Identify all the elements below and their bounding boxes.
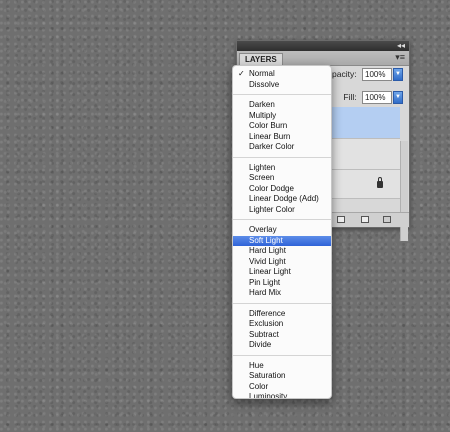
menu-item-overlay[interactable]: Overlay	[233, 225, 331, 236]
new-group-icon[interactable]	[337, 216, 345, 223]
menu-item-dissolve[interactable]: Dissolve	[233, 80, 331, 91]
menu-separator	[233, 156, 331, 158]
menu-item-exclusion[interactable]: Exclusion	[233, 319, 331, 330]
menu-item-saturation[interactable]: Saturation	[233, 371, 331, 382]
menu-item-difference[interactable]: Difference	[233, 309, 331, 320]
menu-separator	[233, 94, 331, 95]
trash-icon[interactable]	[383, 216, 391, 223]
menu-item-color[interactable]: Color	[233, 382, 331, 393]
menu-item-linear-light[interactable]: Linear Light	[233, 267, 331, 278]
menu-item-label: Hard Mix	[249, 288, 282, 297]
panel-menu-icon[interactable]: ▾≡	[395, 52, 405, 63]
menu-separator	[233, 302, 331, 304]
menu-item-linear-dodge-add[interactable]: Linear Dodge (Add)	[233, 194, 331, 205]
menu-item-darker-color[interactable]: Darker Color	[233, 142, 331, 153]
menu-item-lighter-color[interactable]: Lighter Color	[233, 205, 331, 216]
menu-item-label: Darken	[249, 100, 275, 109]
collapse-icon[interactable]: ◂◂	[397, 42, 405, 50]
menu-item-label: Divide	[249, 340, 272, 349]
menu-separator	[233, 219, 331, 220]
menu-item-hue[interactable]: Hue	[233, 361, 331, 372]
fill-label: Fill:	[343, 91, 357, 102]
menu-item-label: Luminosity	[249, 392, 288, 399]
lock-icon	[377, 177, 383, 188]
menu-item-hard-mix[interactable]: Hard Mix	[233, 288, 331, 299]
menu-item-label: Pin Light	[249, 277, 281, 287]
menu-item-label: Difference	[249, 308, 286, 318]
menu-item-label: Screen	[249, 173, 275, 182]
menu-item-darken[interactable]: Darken	[233, 100, 331, 111]
menu-item-label: Multiply	[249, 110, 277, 120]
menu-item-label: Hard Light	[249, 246, 286, 255]
menu-item-label: Linear Light	[249, 267, 291, 276]
menu-item-label: Linear Dodge (Add)	[249, 194, 319, 203]
opacity-control: Opacity: 100% ▼	[325, 68, 403, 81]
menu-item-color-burn[interactable]: Color Burn	[233, 121, 331, 132]
menu-item-label: Color Dodge	[249, 183, 294, 193]
menu-item-label: Lighten	[249, 162, 276, 172]
menu-item-normal[interactable]: ✓ Normal	[233, 69, 331, 80]
menu-item-label: Overlay	[249, 225, 277, 234]
menu-item-lighten[interactable]: Lighten	[233, 163, 331, 174]
blend-mode-menu: ✓ Normal Dissolve Darken Multiply Color Burn L…	[232, 65, 332, 399]
fill-control: Fill: 100% ▼	[343, 91, 403, 104]
menu-item-vivid-light[interactable]: Vivid Light	[233, 257, 331, 268]
checkmark-icon: ✓	[238, 69, 245, 78]
menu-item-label: Soft Light	[249, 235, 283, 245]
menu-item-label: Dissolve	[249, 79, 280, 89]
menu-item-label: Linear Burn	[249, 131, 291, 141]
panel-tab-row: LAYERS ▾≡	[237, 51, 409, 66]
menu-item-label: Color	[249, 381, 269, 391]
menu-item-luminosity[interactable]: Luminosity	[233, 392, 331, 399]
menu-item-subtract[interactable]: Subtract	[233, 330, 331, 341]
opacity-input[interactable]: 100%	[362, 68, 392, 81]
menu-separator	[233, 354, 331, 356]
menu-item-label: Lighter Color	[249, 204, 295, 214]
menu-item-divide[interactable]: Divide	[233, 340, 331, 351]
menu-item-multiply[interactable]: Multiply	[233, 111, 331, 122]
new-layer-icon[interactable]	[361, 216, 369, 223]
menu-item-label: Normal	[249, 69, 275, 78]
menu-item-label: Saturation	[249, 371, 286, 380]
fill-input[interactable]: 100%	[362, 91, 392, 104]
menu-item-label: Hue	[249, 360, 264, 370]
menu-item-hard-light[interactable]: Hard Light	[233, 246, 331, 257]
menu-item-pin-light[interactable]: Pin Light	[233, 278, 331, 289]
opacity-dropdown-icon[interactable]: ▼	[393, 68, 403, 81]
menu-item-linear-burn[interactable]: Linear Burn	[233, 132, 331, 143]
menu-item-screen[interactable]: Screen	[233, 173, 331, 184]
panel-titlebar[interactable]: ◂◂	[237, 41, 409, 51]
menu-item-color-dodge[interactable]: Color Dodge	[233, 184, 331, 195]
menu-item-soft-light[interactable]: Soft Light	[233, 235, 331, 246]
menu-item-label: Darker Color	[249, 142, 295, 151]
menu-item-label: Subtract	[249, 329, 279, 339]
menu-item-label: Exclusion	[249, 319, 284, 328]
fill-dropdown-icon[interactable]: ▼	[393, 91, 403, 104]
menu-item-label: Vivid Light	[249, 256, 286, 266]
menu-item-label: Color Burn	[249, 121, 288, 130]
